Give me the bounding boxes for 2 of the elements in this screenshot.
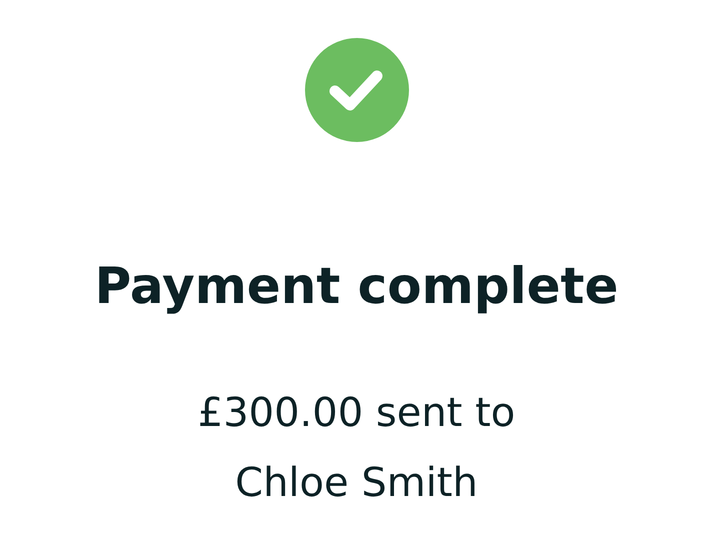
payment-message: £300.00 sent to Chloe Smith: [196, 389, 516, 508]
page-title: Payment complete: [94, 256, 618, 316]
